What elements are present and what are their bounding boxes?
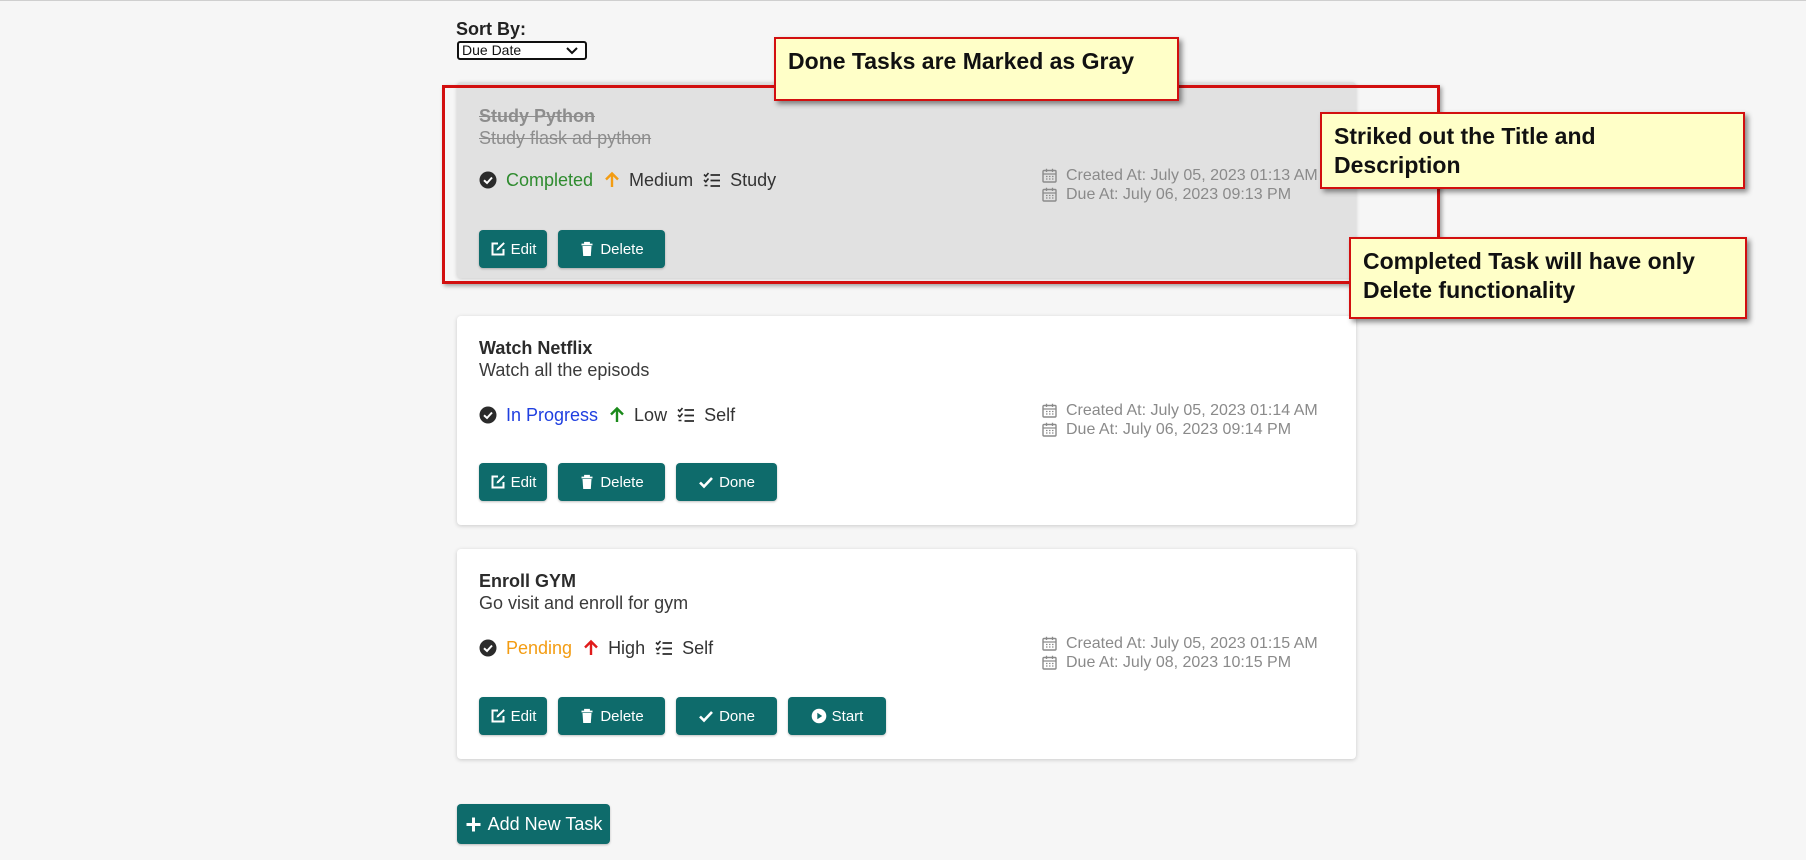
sort-selected-value: Due Date — [462, 42, 522, 58]
due-at: Due At: July 08, 2023 10:15 PM — [1066, 654, 1292, 671]
play-circle-icon — [811, 708, 826, 724]
task-dates: Created At: July 05, 2023 01:15 AM Due A… — [1042, 634, 1318, 672]
done-label: Done — [719, 707, 755, 725]
sort-by-label: Sort By: — [456, 19, 527, 39]
task-card-enroll-gym: Enroll GYM Go visit and enroll for gym P… — [457, 549, 1356, 759]
arrow-up-icon — [584, 639, 598, 655]
annotation-delete-line2: Delete functionality — [1363, 277, 1576, 303]
annotation-delete-callout: Completed Task will have only Delete fun… — [1349, 237, 1747, 319]
done-label: Done — [719, 473, 755, 491]
delete-label: Delete — [600, 473, 644, 491]
delete-button[interactable]: Delete — [558, 697, 665, 735]
checklist-icon — [655, 640, 673, 655]
task-actions: Edit Delete Done Start — [479, 697, 897, 735]
due-at: Due At: July 06, 2023 09:14 PM — [1066, 421, 1292, 438]
task-priority: High — [608, 637, 646, 658]
annotation-gray-text: Done Tasks are Marked as Gray — [788, 48, 1135, 74]
calendar-icon — [1042, 655, 1057, 670]
task-description: Watch all the episods — [479, 360, 650, 380]
calendar-icon — [1042, 403, 1057, 418]
task-meta: Pending High Self — [479, 636, 713, 660]
task-card-watch-netflix: Watch Netflix Watch all the episods In P… — [457, 316, 1356, 525]
edit-button[interactable]: Edit — [479, 697, 547, 735]
done-button[interactable]: Done — [676, 463, 777, 501]
arrow-up-icon — [610, 406, 624, 422]
add-new-task-button[interactable]: Add New Task — [457, 804, 610, 844]
chevron-down-icon — [566, 47, 578, 55]
done-button[interactable]: Done — [676, 697, 777, 735]
start-label: Start — [831, 707, 864, 725]
task-description: Go visit and enroll for gym — [479, 593, 689, 613]
task-meta: In Progress Low Self — [479, 403, 735, 427]
start-button[interactable]: Start — [788, 697, 886, 735]
trash-icon — [581, 474, 593, 489]
annotation-highlight-box — [442, 85, 1440, 284]
annotation-strike-callout: Striked out the Title and Description — [1320, 112, 1745, 189]
checklist-icon — [677, 407, 695, 422]
calendar-icon — [1042, 422, 1057, 437]
annotation-gray-callout: Done Tasks are Marked as Gray — [774, 37, 1179, 101]
task-status: Pending — [506, 637, 573, 658]
add-new-task-label: Add New Task — [487, 813, 603, 834]
trash-icon — [581, 708, 593, 723]
delete-button[interactable]: Delete — [558, 463, 665, 501]
calendar-icon — [1042, 636, 1057, 651]
top-divider — [0, 0, 1806, 1]
task-priority: Low — [634, 404, 668, 425]
check-icon — [699, 477, 714, 489]
task-actions: Edit Delete Done — [479, 463, 788, 501]
task-title: Enroll GYM — [479, 571, 577, 591]
edit-button[interactable]: Edit — [479, 463, 547, 501]
plus-icon — [466, 817, 481, 831]
edit-icon — [491, 475, 505, 489]
task-title: Watch Netflix — [479, 338, 593, 358]
task-category: Self — [704, 404, 736, 425]
edit-icon — [491, 709, 505, 723]
delete-label: Delete — [600, 707, 644, 725]
edit-label: Edit — [510, 473, 537, 491]
sort-by-select[interactable]: Due Date — [457, 41, 587, 60]
task-status: In Progress — [506, 404, 599, 425]
annotation-delete-line1: Completed Task will have only — [1363, 248, 1695, 274]
check-circle-icon — [479, 406, 497, 424]
annotation-strike-line2: Description — [1334, 152, 1461, 178]
check-icon — [699, 711, 714, 723]
annotation-strike-line1: Striked out the Title and — [1334, 123, 1596, 149]
created-at: Created At: July 05, 2023 01:14 AM — [1066, 402, 1318, 419]
check-circle-icon — [479, 639, 497, 657]
created-at: Created At: July 05, 2023 01:15 AM — [1066, 635, 1318, 652]
task-category: Self — [682, 637, 714, 658]
task-dates: Created At: July 05, 2023 01:14 AM Due A… — [1042, 401, 1318, 439]
edit-label: Edit — [510, 707, 537, 725]
